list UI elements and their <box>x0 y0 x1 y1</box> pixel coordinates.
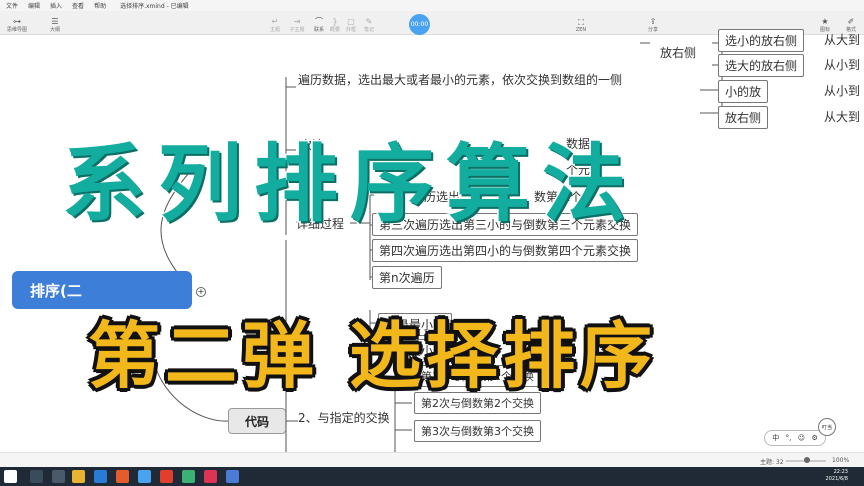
detail-step-fourth[interactable]: 第四次遍历选出第四小的与倒数第四个元素交换 <box>372 239 639 262</box>
mindmap-icon: ⊶ <box>13 17 21 26</box>
task-view-icon[interactable] <box>52 470 65 483</box>
outline-icon: ☰ <box>51 17 59 26</box>
browser-icon[interactable] <box>94 470 107 483</box>
share-icon: ⇪ <box>649 17 657 26</box>
clock-time: 22:23 <box>833 469 848 475</box>
ime-emoji-icon[interactable]: ☺ <box>798 434 805 442</box>
clock-date: 2021/6/8 <box>825 476 848 482</box>
menu-file[interactable]: 文件 <box>6 1 18 10</box>
summary-icon: } <box>332 17 338 26</box>
right-label-3[interactable]: 从小到 <box>824 82 860 99</box>
search-icon[interactable] <box>30 470 43 483</box>
option-max-right[interactable]: 选大的放右侧 <box>718 54 805 77</box>
file-explorer-icon[interactable] <box>72 470 85 483</box>
code-topic[interactable]: 代码 <box>228 408 286 434</box>
pinned-app-icon[interactable] <box>226 470 239 483</box>
start-menu-icon[interactable] <box>4 470 17 483</box>
topic-count: 主题: 32 <box>760 459 784 466</box>
topic-label: 主题 <box>269 27 280 33</box>
ime-toolbar[interactable]: 中 °, ☺ ⚙ <box>764 430 826 446</box>
topic-icon: ↵ <box>271 17 279 26</box>
document-title: 选择排序.xmind - 已编辑 <box>120 3 189 10</box>
menu-view[interactable]: 查看 <box>72 1 84 10</box>
outline-view-label: 大纲 <box>49 27 60 33</box>
ime-settings-icon[interactable]: ⚙ <box>811 434 817 442</box>
app-icon[interactable] <box>138 470 151 483</box>
mascot-avatar[interactable]: 叮当 <box>818 418 836 436</box>
subtopic-icon: ⇥ <box>293 17 301 26</box>
placement-node[interactable]: 放右侧 <box>660 44 696 61</box>
menu-help[interactable]: 帮助 <box>94 1 106 10</box>
option-min-partial[interactable]: 小的放 <box>718 80 769 103</box>
media-icon[interactable] <box>204 470 217 483</box>
mindmap-canvas[interactable]: 遍历数据，选出最大或者最小的元素，依次交换到数组的一侧 次遍 数据 个元 历选出… <box>0 29 864 467</box>
subtopic-label: 子主题 <box>289 27 305 33</box>
wechat-icon[interactable] <box>182 470 195 483</box>
share-label: 分享 <box>647 27 658 33</box>
option-min-right[interactable]: 选小的放右侧 <box>718 29 805 52</box>
firefox-icon[interactable] <box>116 470 129 483</box>
xmind-icon[interactable] <box>160 470 173 483</box>
swap-step-3[interactable]: 第3次与倒数第3个交换 <box>414 420 541 442</box>
zen-button[interactable]: ⛶ ZEN <box>568 13 594 33</box>
ime-punctuation[interactable]: °, <box>786 434 792 442</box>
mindmap-view-button[interactable]: ⊶ 思维导图 <box>4 13 30 33</box>
system-clock[interactable]: 22:23 2021/6/8 <box>808 469 848 483</box>
right-label-2[interactable]: 从小到 <box>824 56 860 73</box>
boundary-icon: ▢ <box>347 17 355 26</box>
right-label-1[interactable]: 从大到 <box>824 31 860 48</box>
detail-step-nth[interactable]: 第n次遍历 <box>372 266 442 289</box>
menu-edit[interactable]: 编辑 <box>28 1 40 10</box>
overlay-subtitle: 第二弹 选择排序 <box>88 314 658 398</box>
share-button[interactable]: ⇪ 分享 <box>640 13 666 33</box>
brush-icon: ✐ <box>847 17 855 26</box>
zen-icon: ⛶ <box>578 18 584 27</box>
traverse-description[interactable]: 遍历数据，选出最大或者最小的元素，依次交换到数组的一侧 <box>298 71 622 88</box>
option-right-partial[interactable]: 放右侧 <box>718 106 769 129</box>
icons-panel-button[interactable]: ★ 图标 <box>812 13 838 33</box>
boundary-label: 外框 <box>345 27 356 33</box>
zen-label: ZEN <box>575 27 587 33</box>
star-icon: ★ <box>821 17 829 26</box>
notes-icon: ✎ <box>365 17 373 26</box>
mindmap-view-label: 思维导图 <box>6 27 27 33</box>
taskbar: 22:23 2021/6/8 <box>0 467 864 486</box>
menu-insert[interactable]: 插入 <box>50 1 62 10</box>
swap-label[interactable]: 2、与指定的交换 <box>298 409 390 426</box>
outline-view-button[interactable]: ☰ 大纲 <box>42 13 68 33</box>
zoom-level[interactable]: 100% <box>832 457 849 464</box>
timer-button[interactable]: 00:00 <box>409 14 430 35</box>
format-panel-button[interactable]: ✐ 格式 <box>838 13 864 33</box>
status-bar: 主题: 32 100% <box>0 452 864 467</box>
overlay-title: 系列排序算法 <box>60 134 639 235</box>
notes-button[interactable]: ✎ 笔记 <box>356 13 382 33</box>
menu-bar: 文件 编辑 插入 查看 帮助 选择排序.xmind - 已编辑 <box>0 0 864 11</box>
right-label-4[interactable]: 从大到 <box>824 108 860 125</box>
ime-chinese-mode[interactable]: 中 <box>772 433 779 443</box>
zoom-slider-handle[interactable] <box>804 457 810 463</box>
notes-label: 笔记 <box>363 27 374 33</box>
collapse-toggle[interactable]: + <box>196 287 206 297</box>
